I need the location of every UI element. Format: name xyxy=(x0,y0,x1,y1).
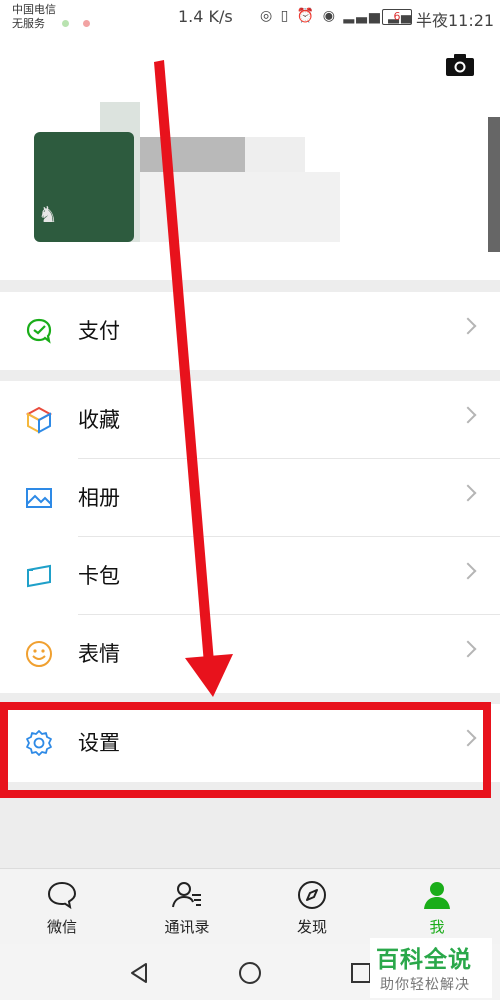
bottom-tab-bar: 微信 通讯录 发现 我 xyxy=(0,868,500,945)
alarm-icon: ⏰ xyxy=(296,8,317,24)
watermark: 百科全说 助你轻松解决 xyxy=(370,938,492,998)
chevron-right-icon xyxy=(459,729,477,747)
emoji-icon xyxy=(26,641,52,667)
hotspot-icon: ◎ xyxy=(260,8,275,24)
status-time: 半夜11:21 xyxy=(416,11,495,30)
back-icon[interactable] xyxy=(128,962,150,984)
menu-section-settings: 设置 xyxy=(0,704,500,782)
home-icon[interactable] xyxy=(238,961,262,985)
watermark-title: 百科全说 xyxy=(376,947,472,973)
menu-item-pay[interactable]: 支付 xyxy=(0,292,500,370)
service-status: 无服务 xyxy=(12,17,45,30)
chevron-right-icon xyxy=(459,406,477,424)
tab-label: 发现 xyxy=(296,918,327,936)
avatar[interactable]: ♞ xyxy=(34,132,134,242)
recents-icon[interactable] xyxy=(350,962,372,984)
status-bar: 中国电信 无服务 1.4 K/s ◎ ▯ ⏰ ◉ ▂▃▅ ▂▄ 6 半夜11:2… xyxy=(0,0,500,32)
notification-dot-icon xyxy=(83,20,90,27)
carrier-info: 中国电信 无服务 xyxy=(12,3,56,31)
tab-label: 通讯录 xyxy=(164,918,210,936)
tab-contacts[interactable]: 通讯录 xyxy=(137,869,237,945)
tab-chats[interactable]: 微信 xyxy=(12,869,112,945)
battery-icon: 6 xyxy=(382,9,412,25)
network-speed: 1.4 K/s xyxy=(178,7,233,26)
tab-me[interactable]: 我 xyxy=(387,869,487,945)
menu-item-label: 收藏 xyxy=(78,408,120,432)
menu-item-album[interactable]: 相册 xyxy=(0,459,500,537)
discover-compass-icon xyxy=(298,881,326,909)
chevron-right-icon xyxy=(459,317,477,335)
vibrate-icon: ▯ xyxy=(280,8,291,24)
menu-section-pay: 支付 xyxy=(0,292,500,370)
blurred-region xyxy=(245,137,305,172)
chat-icon xyxy=(47,881,77,910)
chevron-right-icon xyxy=(459,640,477,658)
menu-section-main: 收藏 相册 卡包 表情 xyxy=(0,381,500,693)
card-wallet-icon xyxy=(27,564,51,588)
notification-dot-icon xyxy=(62,20,69,27)
menu-item-label: 卡包 xyxy=(78,564,120,588)
carrier-name: 中国电信 xyxy=(12,3,56,16)
album-icon xyxy=(26,488,52,508)
menu-item-settings[interactable]: 设置 xyxy=(0,704,500,782)
camera-icon[interactable] xyxy=(446,54,474,76)
menu-item-label: 设置 xyxy=(78,731,120,755)
gear-icon xyxy=(26,730,52,756)
menu-item-stickers[interactable]: 表情 xyxy=(0,615,500,693)
pay-icon xyxy=(26,318,52,344)
menu-item-label: 相册 xyxy=(78,486,120,510)
tab-label: 微信 xyxy=(46,918,77,936)
eye-icon: ◉ xyxy=(322,8,337,24)
chevron-right-icon xyxy=(459,562,477,580)
me-person-icon xyxy=(424,882,450,909)
menu-item-label: 表情 xyxy=(78,642,120,666)
profile-header[interactable]: ♞ xyxy=(0,32,500,280)
tab-discover[interactable]: 发现 xyxy=(262,869,362,945)
deer-icon: ♞ xyxy=(38,203,58,228)
contacts-icon xyxy=(172,882,201,908)
blurred-wechat-id xyxy=(140,172,340,242)
blurred-nickname xyxy=(140,137,245,172)
chevron-right-icon xyxy=(459,484,477,502)
tab-label: 我 xyxy=(429,918,445,936)
favorites-cube-icon xyxy=(25,406,53,434)
signal-icon: ▂▃▅ xyxy=(343,8,382,24)
menu-item-favorites[interactable]: 收藏 xyxy=(0,381,500,459)
menu-item-label: 支付 xyxy=(78,319,120,343)
watermark-subtitle: 助你轻松解决 xyxy=(380,977,470,993)
qr-edge[interactable] xyxy=(488,117,500,252)
menu-item-cards[interactable]: 卡包 xyxy=(0,537,500,615)
notification-dots xyxy=(62,12,104,31)
